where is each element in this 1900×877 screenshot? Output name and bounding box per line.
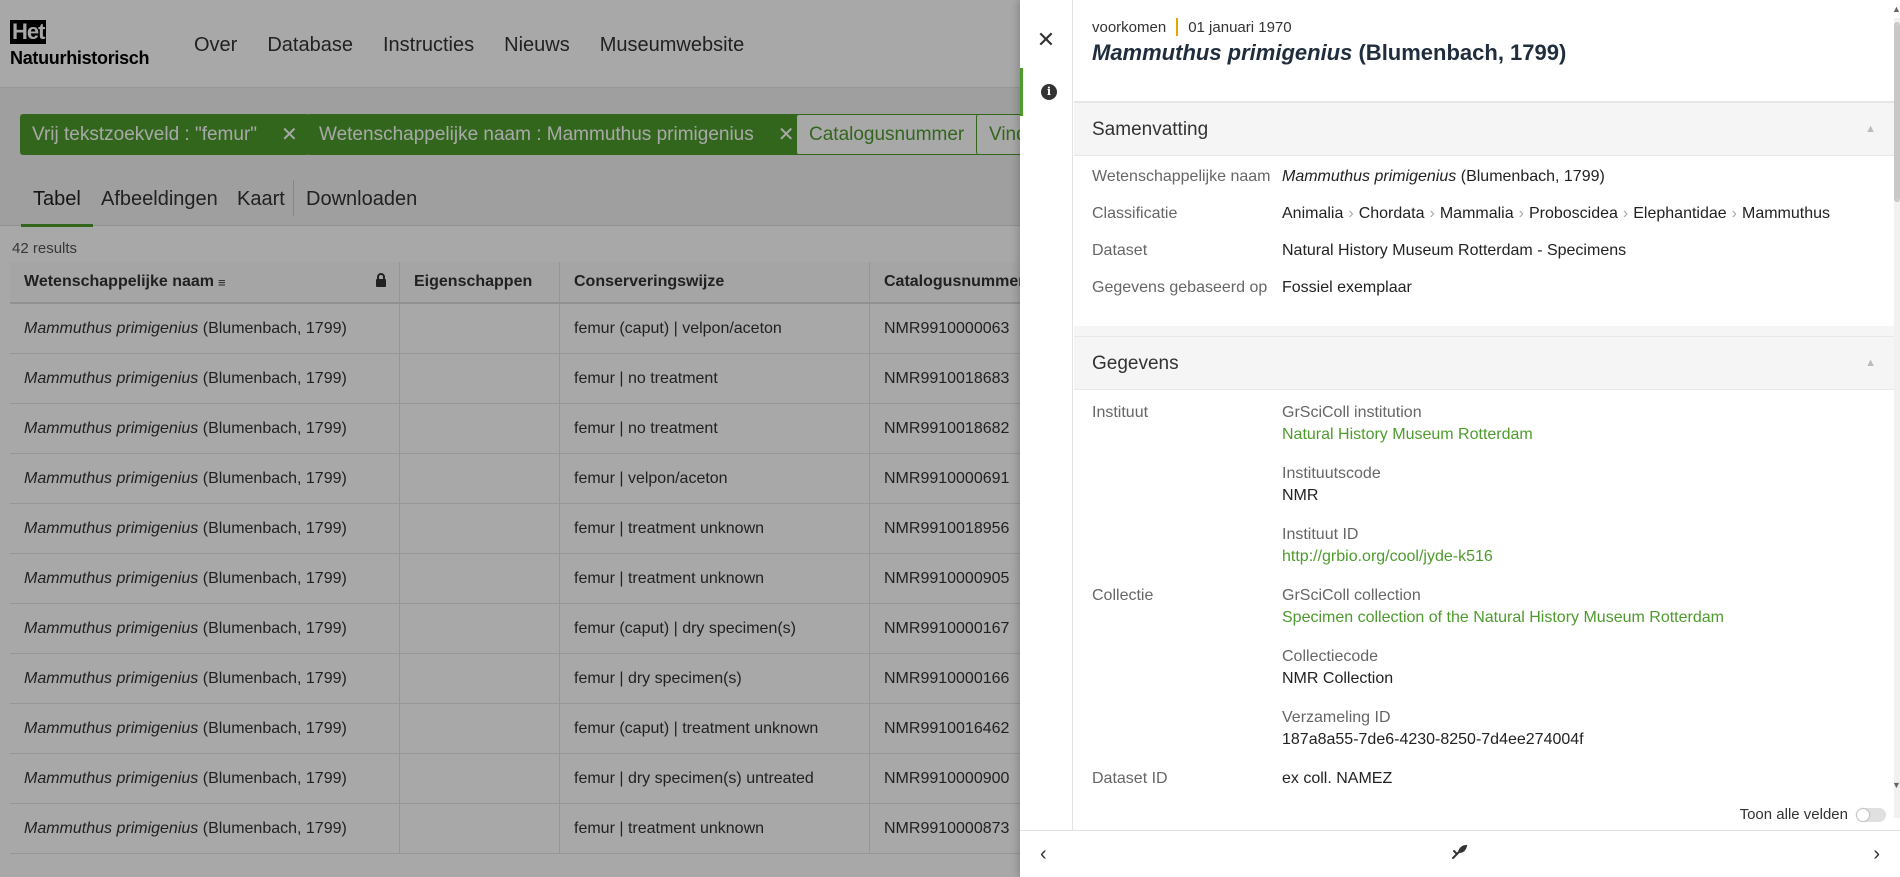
meta-separator [1176,18,1179,36]
drawer-rail: ✕ i [1020,0,1073,830]
subfield-value: NMR [1282,487,1319,504]
chevron-left-icon[interactable]: ‹ [1040,843,1047,866]
record-title-species: Mammuthus primigenius [1092,40,1353,65]
subfield-label: Verzameling ID [1282,709,1391,726]
section-gap [1074,326,1894,336]
field-value: Fossiel exemplaar [1282,279,1412,296]
classification-rank[interactable]: Animalia [1282,205,1343,222]
subfield-value: NMR Collection [1282,670,1394,687]
breadcrumb-separator-icon: › [1622,205,1629,222]
chevron-right-icon[interactable]: › [1873,843,1880,866]
subfield-label: Instituut ID [1282,526,1359,543]
institution-link[interactable]: Natural History Museum Rotterdam [1282,426,1533,444]
classification-rank[interactable]: Mammalia [1440,205,1514,222]
field-label: Classificatie [1092,205,1178,222]
scroll-down-icon[interactable]: ▼ [1892,780,1900,790]
field-label: Dataset [1092,242,1148,259]
subfield-value: 187a8a55-7de6-4230-8250-7d4ee274004f [1282,731,1584,748]
section-title: Samenvatting [1092,119,1209,140]
chevron-up-icon[interactable]: ▲ [1865,357,1876,369]
subfield-institution-id: Instituut ID http://grbio.org/cool/jyde-… [1282,526,1493,566]
subfield-grscicoll-institution: GrSciColl institution Natural History Mu… [1282,404,1533,444]
scrollbar[interactable] [1894,18,1900,818]
subfield-label: GrSciColl collection [1282,587,1421,604]
field-label: Wetenschappelijke naam [1092,168,1271,185]
occurrence-drawer: ✕ i voorkomen 01 januari 1970 Mammuthus … [1020,0,1900,877]
field-label: Instituut [1092,404,1149,421]
classification-rank[interactable]: Proboscidea [1529,205,1618,222]
field-label: Dataset ID [1092,770,1168,787]
data-section-header[interactable]: Gegevens ▲ [1074,336,1894,390]
field-value: Mammuthus primigenius (Blumenbach, 1799) [1282,168,1882,186]
toggle-knob [1857,808,1869,821]
classification-rank[interactable]: Chordata [1359,205,1425,222]
record-title-author: (Blumenbach, 1799) [1358,40,1567,65]
toggle-label: Toon alle velden [1739,806,1848,823]
section-title: Gegevens [1092,353,1179,374]
subfield-label: Collectiecode [1282,648,1379,665]
show-all-fields-toggle[interactable]: Toon alle velden [1740,806,1886,823]
chevron-up-icon[interactable]: ▲ [1865,123,1876,135]
field-label: Collectie [1092,587,1154,604]
info-tab[interactable]: i [1020,68,1073,116]
dataset-link[interactable]: Natural History Museum Rotterdam - Speci… [1282,242,1882,260]
scroll-up-icon[interactable]: ▲ [1892,4,1900,14]
breadcrumb-separator-icon: › [1348,205,1354,222]
drawer-content: voorkomen 01 januari 1970 Mammuthus prim… [1074,0,1894,820]
subfield-collection-code: Collectiecode NMR Collection [1282,648,1393,688]
species-author: (Blumenbach, 1799) [1460,168,1605,185]
institution-id-link[interactable]: http://grbio.org/cool/jyde-k516 [1282,548,1493,566]
record-meta: voorkomen 01 januari 1970 [1092,18,1292,36]
breadcrumb-separator-icon: › [1731,205,1737,222]
drawer-header: voorkomen 01 januari 1970 Mammuthus prim… [1074,0,1894,102]
close-icon[interactable]: ✕ [1034,28,1058,52]
collection-link[interactable]: Specimen collection of the Natural Histo… [1282,609,1724,627]
field-label: Gegevens gebaseerd op [1092,279,1268,296]
scrollbar-thumb[interactable] [1894,22,1900,202]
subfield-collection-id: Verzameling ID 187a8a55-7de6-4230-8250-7… [1282,709,1584,749]
specimen-icon[interactable] [1450,843,1468,866]
breadcrumb-separator-icon: › [1518,205,1524,222]
subfield-label: GrSciColl institution [1282,404,1422,421]
subfield-institution-code: Instituutscode NMR [1282,465,1381,505]
species-name: Mammuthus primigenius [1282,168,1457,185]
classification-breadcrumb: Animalia › Chordata › Mammalia › Proboscidea › E… [1282,205,1882,223]
record-type: voorkomen [1092,18,1167,36]
subfield-grscicoll-collection: GrSciColl collection Specimen collection… [1282,587,1724,627]
classification-rank[interactable]: Elephantidae [1633,205,1726,222]
subfield-label: Instituutscode [1282,465,1381,482]
toggle-switch[interactable] [1856,807,1886,822]
record-date: 01 januari 1970 [1188,18,1292,36]
classification-rank[interactable]: Mammuthus [1742,205,1830,222]
info-icon: i [1041,84,1057,100]
field-value: ex coll. NAMEZ [1282,770,1393,787]
drawer-footer: ‹ › [1020,830,1900,877]
breadcrumb-separator-icon: › [1429,205,1435,222]
record-title: Mammuthus primigenius (Blumenbach, 1799) [1092,40,1566,66]
summary-section-header[interactable]: Samenvatting ▲ [1074,102,1894,156]
